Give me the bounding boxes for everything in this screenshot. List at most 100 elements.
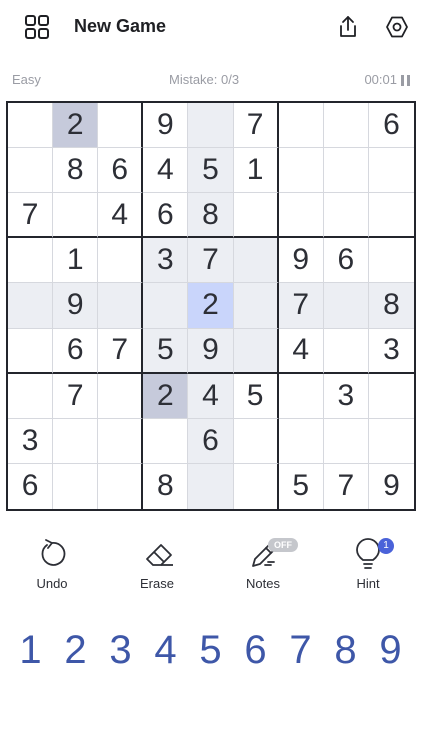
number-button-5[interactable]: 5 xyxy=(188,624,233,676)
number-button-1[interactable]: 1 xyxy=(8,624,53,676)
cell-r1-c9[interactable]: 6 xyxy=(368,103,414,149)
cell-r8-c8[interactable] xyxy=(323,418,369,464)
cell-r7-c5[interactable]: 4 xyxy=(188,373,234,419)
cell-r5-c9[interactable]: 8 xyxy=(368,283,414,329)
cell-r6-c3[interactable]: 7 xyxy=(98,328,144,374)
cell-r2-c4[interactable]: 4 xyxy=(143,148,189,194)
erase-button[interactable]: Erase xyxy=(122,536,192,596)
cell-r8-c3[interactable] xyxy=(98,418,144,464)
cell-r5-c5[interactable]: 2 xyxy=(188,283,234,329)
cell-r3-c3[interactable]: 4 xyxy=(98,193,144,239)
cell-r9-c6[interactable] xyxy=(233,463,279,509)
cell-r2-c2[interactable]: 8 xyxy=(53,148,99,194)
cell-r3-c1[interactable]: 7 xyxy=(8,193,54,239)
cell-r4-c7[interactable]: 9 xyxy=(278,238,324,284)
hint-button[interactable]: 1 Hint xyxy=(333,536,403,596)
cell-r1-c1[interactable] xyxy=(8,103,54,149)
cell-r6-c5[interactable]: 9 xyxy=(188,328,234,374)
cell-r8-c2[interactable] xyxy=(53,418,99,464)
cell-r3-c5[interactable]: 8 xyxy=(188,193,234,239)
number-button-7[interactable]: 7 xyxy=(278,624,323,676)
cell-r2-c8[interactable] xyxy=(323,148,369,194)
cell-r7-c1[interactable] xyxy=(8,373,54,419)
status-bar: Easy Mistake: 0/3 00:01 xyxy=(0,70,422,90)
number-button-2[interactable]: 2 xyxy=(53,624,98,676)
cell-r9-c2[interactable] xyxy=(53,463,99,509)
cell-r9-c8[interactable]: 7 xyxy=(323,463,369,509)
cell-r6-c7[interactable]: 4 xyxy=(278,328,324,374)
cell-r2-c5[interactable]: 5 xyxy=(188,148,234,194)
cell-r8-c9[interactable] xyxy=(368,418,414,464)
cell-r9-c7[interactable]: 5 xyxy=(278,463,324,509)
cell-r8-c5[interactable]: 6 xyxy=(188,418,234,464)
cell-r7-c3[interactable] xyxy=(98,373,144,419)
cell-r7-c4[interactable]: 2 xyxy=(143,373,189,419)
cell-r6-c8[interactable] xyxy=(323,328,369,374)
cell-r4-c9[interactable] xyxy=(368,238,414,284)
number-button-6[interactable]: 6 xyxy=(233,624,278,676)
cell-r7-c8[interactable]: 3 xyxy=(323,373,369,419)
cell-r2-c1[interactable] xyxy=(8,148,54,194)
cell-r9-c1[interactable]: 6 xyxy=(8,463,54,509)
cell-r9-c9[interactable]: 9 xyxy=(368,463,414,509)
cell-r3-c6[interactable] xyxy=(233,193,279,239)
cell-r3-c8[interactable] xyxy=(323,193,369,239)
number-button-3[interactable]: 3 xyxy=(98,624,143,676)
cell-r8-c4[interactable] xyxy=(143,418,189,464)
cell-r8-c6[interactable] xyxy=(233,418,279,464)
cell-r5-c8[interactable] xyxy=(323,283,369,329)
cell-r6-c4[interactable]: 5 xyxy=(143,328,189,374)
cell-r5-c7[interactable]: 7 xyxy=(278,283,324,329)
cell-r9-c3[interactable] xyxy=(98,463,144,509)
cell-r7-c2[interactable]: 7 xyxy=(53,373,99,419)
cell-r1-c4[interactable]: 9 xyxy=(143,103,189,149)
cell-r2-c9[interactable] xyxy=(368,148,414,194)
cell-r1-c5[interactable] xyxy=(188,103,234,149)
cell-r3-c7[interactable] xyxy=(278,193,324,239)
pause-icon[interactable] xyxy=(401,74,410,86)
cell-r6-c2[interactable]: 6 xyxy=(53,328,99,374)
cell-r8-c1[interactable]: 3 xyxy=(8,418,54,464)
cell-r7-c9[interactable] xyxy=(368,373,414,419)
number-button-9[interactable]: 9 xyxy=(368,624,413,676)
cell-r2-c6[interactable]: 1 xyxy=(233,148,279,194)
cell-r1-c6[interactable]: 7 xyxy=(233,103,279,149)
cell-r6-c6[interactable] xyxy=(233,328,279,374)
cell-r2-c3[interactable]: 6 xyxy=(98,148,144,194)
cell-r5-c2[interactable]: 9 xyxy=(53,283,99,329)
cell-r1-c8[interactable] xyxy=(323,103,369,149)
cell-r2-c7[interactable] xyxy=(278,148,324,194)
cell-r1-c7[interactable] xyxy=(278,103,324,149)
cell-r5-c6[interactable] xyxy=(233,283,279,329)
hint-count-badge: 1 xyxy=(378,538,394,554)
cell-r4-c3[interactable] xyxy=(98,238,144,284)
cell-r9-c4[interactable]: 8 xyxy=(143,463,189,509)
cell-r3-c2[interactable] xyxy=(53,193,99,239)
cell-r3-c4[interactable]: 6 xyxy=(143,193,189,239)
grid-menu-icon[interactable] xyxy=(24,14,50,40)
cell-r5-c1[interactable] xyxy=(8,283,54,329)
share-icon[interactable] xyxy=(336,14,360,40)
cell-r3-c9[interactable] xyxy=(368,193,414,239)
number-button-8[interactable]: 8 xyxy=(323,624,368,676)
cell-r1-c2[interactable]: 2 xyxy=(53,103,99,149)
cell-r6-c9[interactable]: 3 xyxy=(368,328,414,374)
cell-r6-c1[interactable] xyxy=(8,328,54,374)
hexagon-settings-icon[interactable] xyxy=(384,14,410,40)
cell-r4-c1[interactable] xyxy=(8,238,54,284)
undo-button[interactable]: Undo xyxy=(17,536,87,596)
cell-r5-c4[interactable] xyxy=(143,283,189,329)
number-button-4[interactable]: 4 xyxy=(143,624,188,676)
cell-r4-c8[interactable]: 6 xyxy=(323,238,369,284)
cell-r4-c6[interactable] xyxy=(233,238,279,284)
cell-r4-c5[interactable]: 7 xyxy=(188,238,234,284)
cell-r1-c3[interactable] xyxy=(98,103,144,149)
cell-r8-c7[interactable] xyxy=(278,418,324,464)
cell-r4-c2[interactable]: 1 xyxy=(53,238,99,284)
cell-r7-c7[interactable] xyxy=(278,373,324,419)
cell-r4-c4[interactable]: 3 xyxy=(143,238,189,284)
notes-button[interactable]: OFF Notes xyxy=(228,536,298,596)
cell-r5-c3[interactable] xyxy=(98,283,144,329)
cell-r9-c5[interactable] xyxy=(188,463,234,509)
cell-r7-c6[interactable]: 5 xyxy=(233,373,279,419)
